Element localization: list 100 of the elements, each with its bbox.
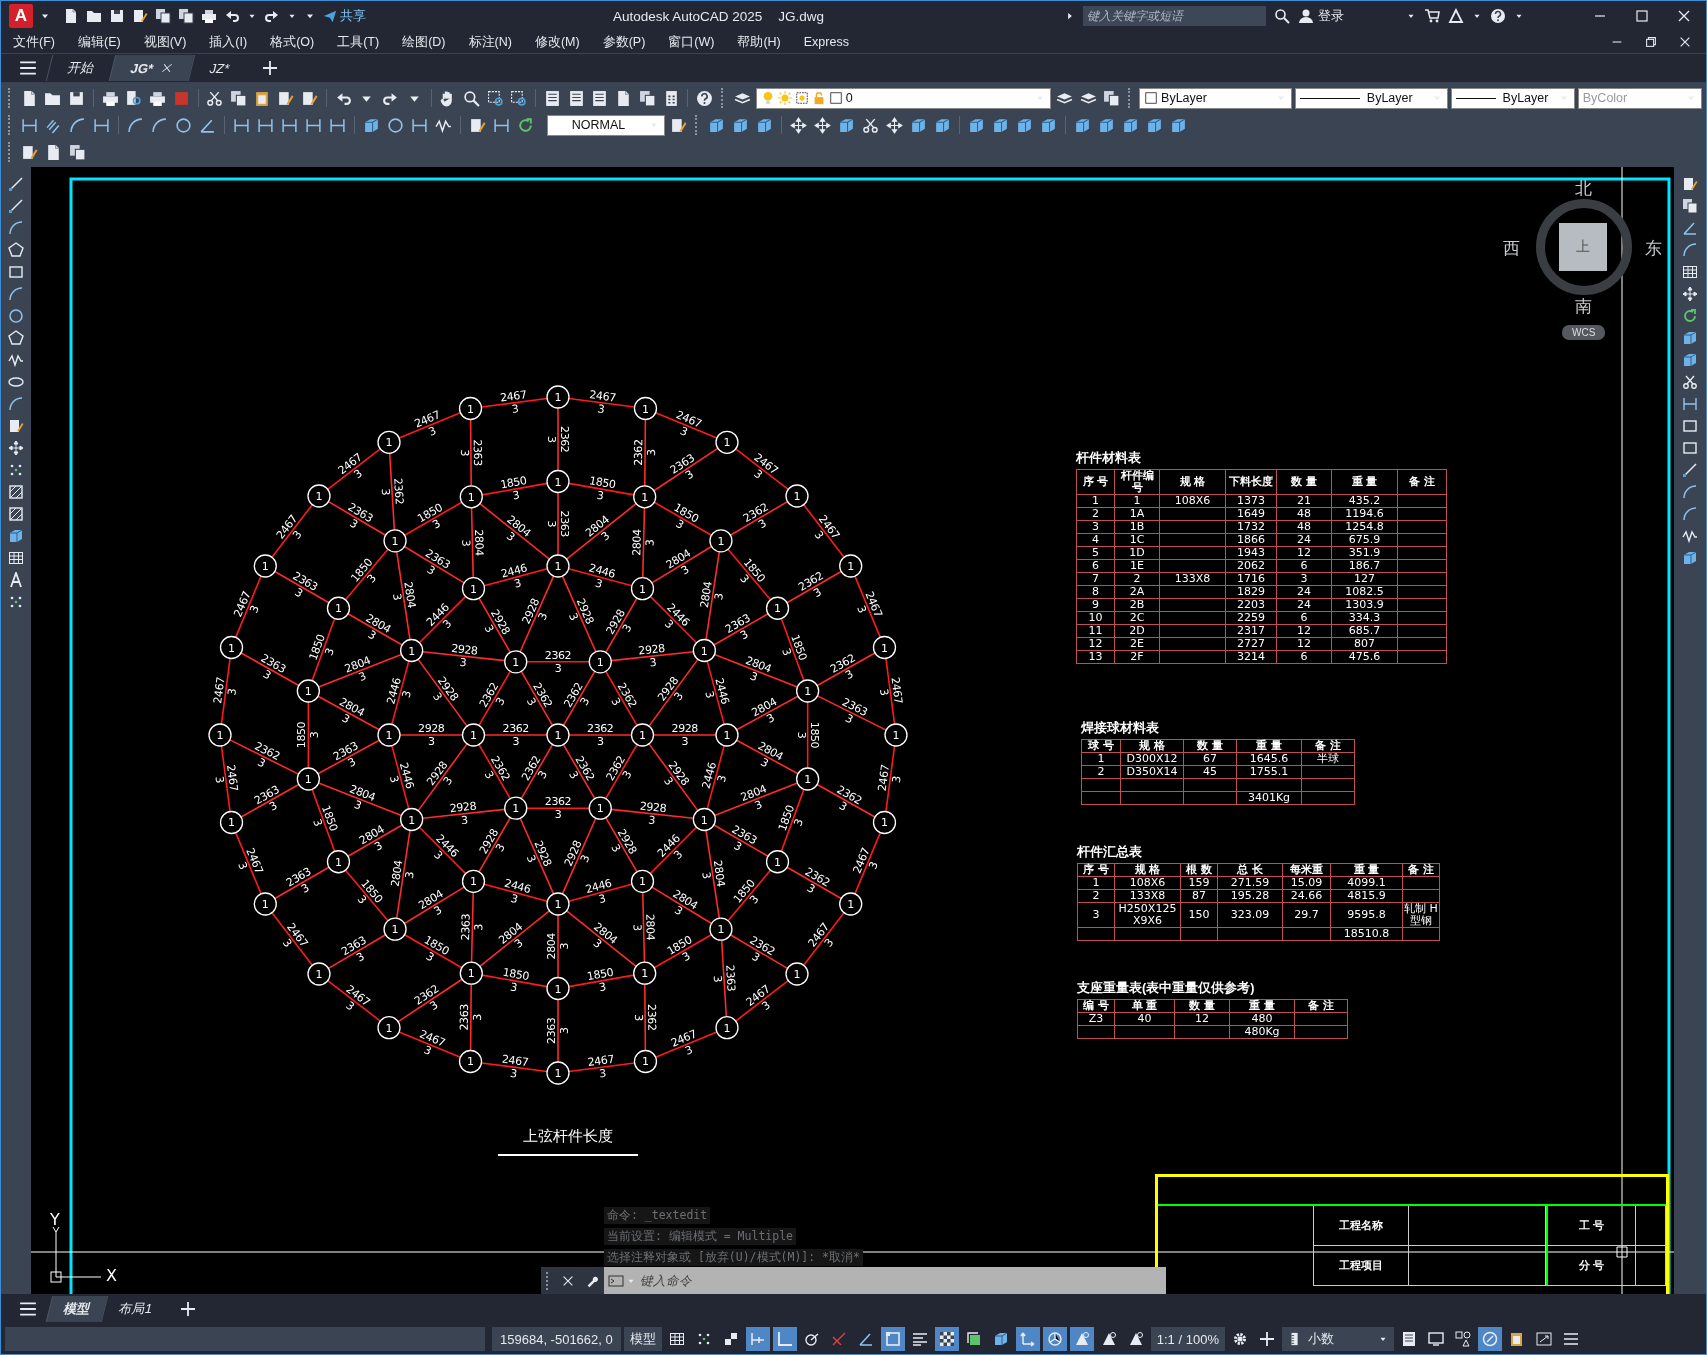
member-length-label: 2362 xyxy=(502,722,529,735)
table-header: 规 格 xyxy=(1120,739,1184,753)
layer-dropdown[interactable]: 0 xyxy=(755,87,1052,109)
color-dropdown[interactable]: ByLayer xyxy=(1139,87,1292,109)
table-cell: 435.2 xyxy=(1331,494,1398,508)
table-cell: 10 xyxy=(1076,611,1115,625)
table-cell: 2C xyxy=(1114,611,1160,625)
compass-north-label[interactable]: 北 xyxy=(1575,177,1592,200)
menu-item[interactable]: 编辑(E) xyxy=(77,33,121,51)
member-count-label: 3 xyxy=(710,975,725,983)
document-tab[interactable]: JZ* xyxy=(188,55,252,81)
table-cell: 1829 xyxy=(1225,585,1277,599)
member-count-label: 3 xyxy=(630,924,644,931)
node-label: 1 xyxy=(796,679,820,703)
member-count-label: 3 xyxy=(459,655,467,670)
coordinates-readout: 159684, -501662, 0 xyxy=(492,1327,621,1351)
menu-item[interactable]: Express xyxy=(803,35,849,49)
table-cell: 1082.5 xyxy=(1331,585,1398,599)
table-title: 杆件材料表 xyxy=(1076,450,1142,467)
table-cell: 807 xyxy=(1331,637,1398,651)
table-cell: 12 xyxy=(1174,1012,1230,1026)
login-button[interactable]: 登录 xyxy=(1298,7,1398,25)
node-label: 1 xyxy=(504,650,528,674)
node-label: 1 xyxy=(546,723,570,747)
menu-item[interactable]: 插入(I) xyxy=(209,33,248,51)
table-cell: 1649 xyxy=(1225,507,1277,521)
member-count-label: 3 xyxy=(509,891,519,907)
table-cell: 3401Kg xyxy=(1236,791,1302,805)
node-label: 1 xyxy=(208,723,232,747)
menu-item[interactable]: 格式(O) xyxy=(270,33,315,51)
compass-west-label[interactable]: 西 xyxy=(1503,237,1520,260)
member-length-label: 2363 xyxy=(545,1017,558,1044)
table-cell: 18510.8 xyxy=(1330,927,1403,941)
member-count-label: 3 xyxy=(322,646,337,658)
menu-item[interactable]: 绘图(D) xyxy=(402,33,446,51)
annotation-scale-button[interactable]: 1:1 / 100% xyxy=(1150,1327,1225,1351)
member-count-label: 3 xyxy=(255,755,268,771)
command-field[interactable]: 键入命令 xyxy=(604,1267,1166,1294)
member-count-label: 3 xyxy=(470,1014,484,1021)
member-count-label: 3 xyxy=(779,646,794,658)
table-cell: 2 xyxy=(1081,765,1121,779)
table-title: 杆件汇总表 xyxy=(1077,844,1143,861)
menu-item[interactable]: 标注(N) xyxy=(468,33,512,51)
member-length-label: 2362 xyxy=(558,426,571,453)
node-label: 1 xyxy=(461,869,486,893)
file-title: JG.dwg xyxy=(778,8,825,24)
member-count-label: 3 xyxy=(509,1066,518,1081)
node-label: 1 xyxy=(765,596,790,620)
table-cell: 150 xyxy=(1180,902,1218,928)
menu-item[interactable]: 窗口(W) xyxy=(668,33,715,51)
table-cell: 480 xyxy=(1229,1012,1295,1026)
menu-item[interactable]: 帮助(H) xyxy=(737,33,781,51)
lineweight-dropdown[interactable]: ByLayer xyxy=(1450,87,1575,109)
text-style-dropdown[interactable]: NORMAL xyxy=(547,114,665,136)
table-cell: 11 xyxy=(1076,624,1115,638)
node-label: 1 xyxy=(546,1061,570,1085)
member-count-label: 3 xyxy=(758,755,771,770)
share-button[interactable]: 共享 xyxy=(323,7,366,25)
member-count-label: 3 xyxy=(235,860,250,872)
compass-east-label[interactable]: 东 xyxy=(1645,237,1662,260)
table-cell: 159 xyxy=(1180,876,1218,890)
table-cell: 4815.9 xyxy=(1330,889,1403,903)
member-length-label: 2363 xyxy=(459,913,473,941)
table-cell: 2727 xyxy=(1225,637,1277,651)
node-label: 1 xyxy=(400,807,424,832)
member-count-label: 3 xyxy=(339,711,352,726)
layout-tab[interactable]: 模型 xyxy=(45,1296,108,1322)
member-count-label: 3 xyxy=(577,853,593,865)
wcs-menu[interactable]: WCS xyxy=(1562,325,1606,340)
menu-item[interactable]: 参数(P) xyxy=(602,33,646,51)
compass-south-label[interactable]: 南 xyxy=(1575,295,1592,318)
linetype-dropdown[interactable]: ByLayer xyxy=(1294,87,1448,109)
document-tab[interactable]: JG* xyxy=(108,55,195,81)
member-count-label: 3 xyxy=(558,942,571,950)
member-count-label: 3 xyxy=(535,610,551,623)
search-field[interactable]: 键入关键字或短语 xyxy=(1083,6,1266,26)
menu-item[interactable]: 修改(M) xyxy=(534,33,580,51)
member-count-label: 3 xyxy=(378,488,393,496)
units-dropdown[interactable]: 小数 xyxy=(1281,1327,1394,1351)
member-count-label: 3 xyxy=(752,798,764,813)
table-cell: 2E xyxy=(1114,637,1160,651)
node-label: 1 xyxy=(765,850,790,874)
menu-item[interactable]: 文件(F) xyxy=(13,33,55,51)
table-cell: 40 xyxy=(1114,1012,1175,1026)
member-count-label: 3 xyxy=(426,424,438,439)
view-cube[interactable]: 上 xyxy=(1559,223,1607,271)
table-header: 数 量 xyxy=(1276,469,1332,495)
menu-item[interactable]: 工具(T) xyxy=(337,33,380,51)
app-logo[interactable]: A xyxy=(9,4,33,28)
layout-tab[interactable]: 布局1 xyxy=(100,1296,170,1322)
model-space-button[interactable]: 模型 xyxy=(623,1327,662,1351)
member-length-label: 2804 xyxy=(545,933,558,960)
menu-item[interactable]: 视图(V) xyxy=(143,33,187,51)
member-count-label: 3 xyxy=(247,603,262,615)
table-cell: 2317 xyxy=(1225,624,1277,638)
node-label: 1 xyxy=(884,723,908,747)
node-label: 1 xyxy=(326,596,351,620)
table-cell: 48 xyxy=(1276,507,1332,521)
table-cell: 1716 xyxy=(1225,572,1277,586)
title-block-label: 分 号 xyxy=(1546,1246,1636,1286)
